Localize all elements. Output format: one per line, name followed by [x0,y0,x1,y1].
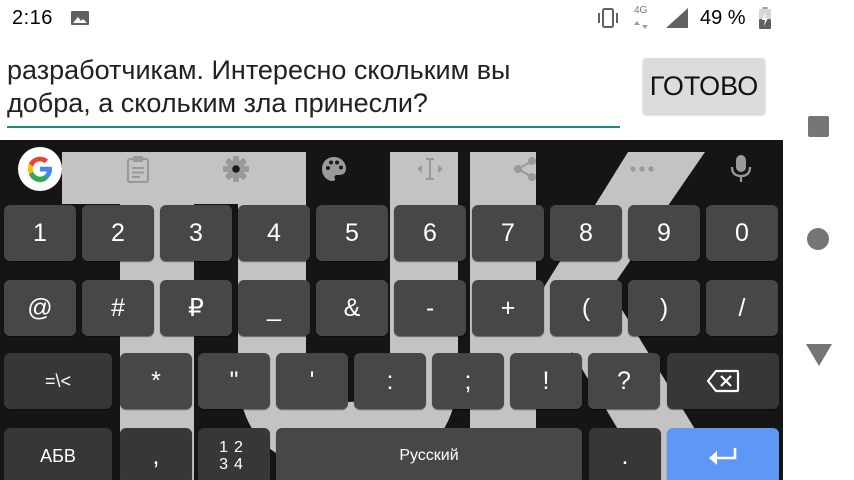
numpad-label-top: 12 [219,439,249,456]
clipboard-icon[interactable] [115,146,161,192]
battery-icon [759,7,771,29]
navigation-bar [783,0,854,480]
key-4[interactable]: 4 [238,205,310,261]
key-8[interactable]: 8 [550,205,622,261]
google-button[interactable] [17,146,63,192]
vibrate-icon [598,8,618,28]
more-icon[interactable] [619,146,665,192]
key-double-quote[interactable]: " [198,353,270,409]
key-single-quote[interactable]: ' [276,353,348,409]
palette-icon[interactable] [311,146,357,192]
enter-key[interactable] [667,428,779,480]
key-ruble[interactable]: ₽ [160,280,232,336]
share-icon[interactable] [502,146,548,192]
key-hash[interactable]: # [82,280,154,336]
google-icon [18,147,62,191]
key-semicolon[interactable]: ; [432,353,504,409]
key-close-paren[interactable]: ) [628,280,700,336]
numpad-key[interactable]: 12 34 [198,428,270,480]
battery-percent: 49 % [700,7,746,29]
key-slash[interactable]: / [706,280,778,336]
status-bar: 2:16 4G 49 % [0,0,783,36]
key-6[interactable]: 6 [394,205,466,261]
key-at[interactable]: @ [4,280,76,336]
key-5[interactable]: 5 [316,205,388,261]
message-text-field[interactable]: разработчикам. Интересно скольким вы доб… [7,54,620,120]
more-symbols-key[interactable]: =\< [4,353,112,409]
alphabet-key[interactable]: АБВ [4,428,112,480]
key-0[interactable]: 0 [706,205,778,261]
backspace-icon [706,369,740,393]
home-icon[interactable] [807,228,829,250]
mic-icon[interactable] [718,146,764,192]
key-exclamation[interactable]: ! [510,353,582,409]
key-period[interactable]: . [589,428,661,480]
keyboard: 1 2 3 4 5 6 7 8 9 0 @ # ₽ _ & - + ( ) / … [0,140,783,480]
key-plus[interactable]: + [472,280,544,336]
key-ampersand[interactable]: & [316,280,388,336]
input-area: разработчикам. Интересно скольким вы доб… [0,36,783,140]
back-icon[interactable] [806,344,832,366]
key-colon[interactable]: : [354,353,426,409]
recent-apps-icon[interactable] [808,116,829,137]
space-key[interactable]: Русский [276,428,582,480]
key-3[interactable]: 3 [160,205,232,261]
key-minus[interactable]: - [394,280,466,336]
backspace-key[interactable] [667,353,779,409]
settings-icon[interactable] [213,146,259,192]
key-9[interactable]: 9 [628,205,700,261]
text-cursor-icon[interactable] [407,146,453,192]
signal-icon [666,8,688,28]
key-asterisk[interactable]: * [120,353,192,409]
text-field-underline [7,126,620,128]
done-button[interactable]: ГОТОВО [643,58,765,114]
status-time: 2:16 [12,7,53,29]
numpad-label-bottom: 34 [219,456,249,473]
key-7[interactable]: 7 [472,205,544,261]
image-notification-icon [71,11,89,25]
key-comma[interactable]: , [120,428,192,480]
key-open-paren[interactable]: ( [550,280,622,336]
key-question[interactable]: ? [588,353,660,409]
enter-icon [709,448,737,465]
keyboard-toolbar [0,140,783,198]
key-2[interactable]: 2 [82,205,154,261]
key-1[interactable]: 1 [4,205,76,261]
network-arrows-icon [634,21,648,29]
key-underscore[interactable]: _ [238,280,310,336]
